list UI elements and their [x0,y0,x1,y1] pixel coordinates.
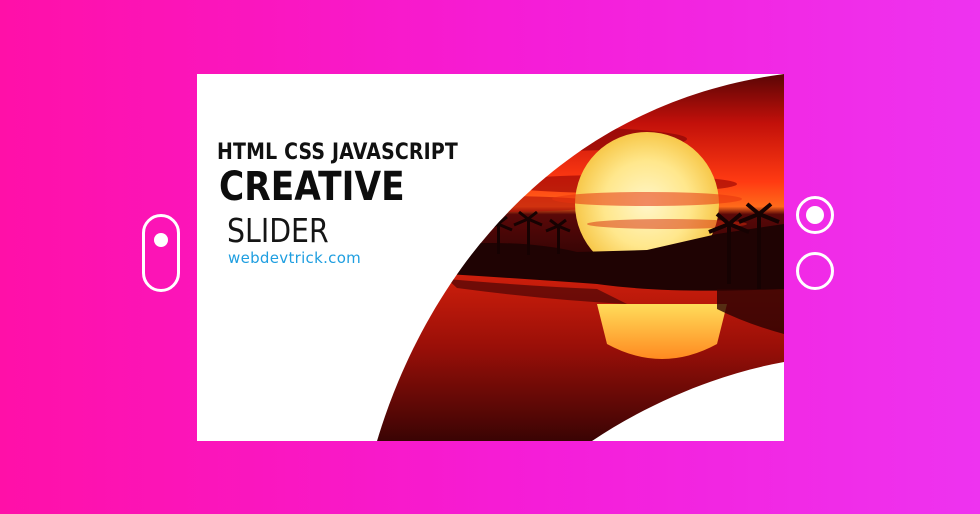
slide-dot-2[interactable] [796,252,834,290]
slider-card: HTML CSS JAVASCRIPT CREATIVE SLIDER webd… [197,74,784,441]
toggle-switch[interactable] [142,214,180,292]
slide-dot-1[interactable] [796,196,834,234]
slide-title-line2: SLIDER [227,211,329,250]
slide-subtitle: HTML CSS JAVASCRIPT [217,140,459,165]
filled-radio-dot-icon [806,206,824,224]
slide-title: CREATIVE [219,164,405,210]
site-link[interactable]: webdevtrick.com [228,249,361,267]
toggle-switch-icon [154,233,168,247]
